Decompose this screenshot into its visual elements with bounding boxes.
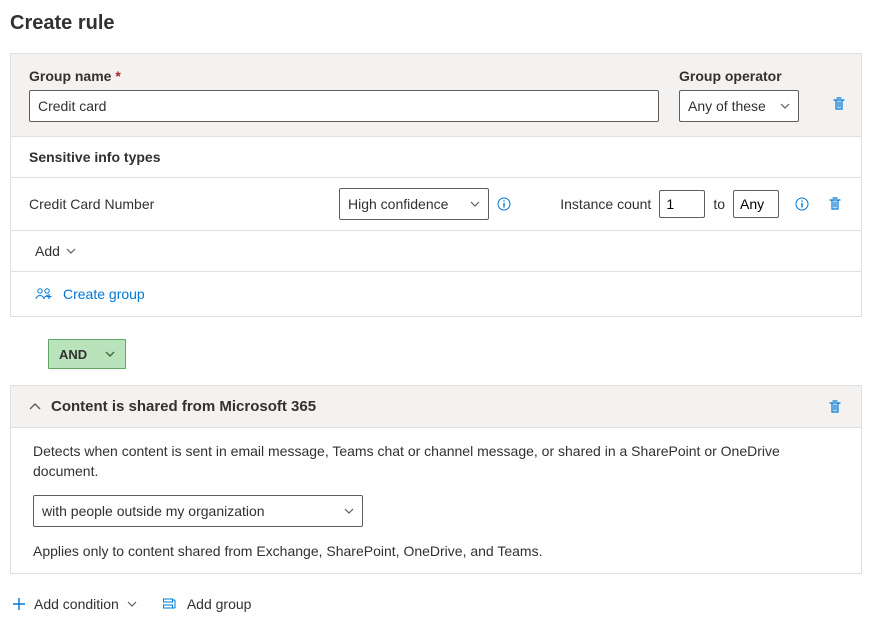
group-name-label-text: Group name — [29, 68, 111, 84]
group-operator-field: Group operator Any of these — [679, 68, 799, 122]
sit-name: Credit Card Number — [29, 196, 339, 212]
share-scope-value: with people outside my organization — [42, 503, 265, 519]
instance-count-area: Instance count to — [560, 190, 843, 218]
add-sit-label: Add — [35, 243, 60, 259]
delete-condition-icon[interactable] — [827, 399, 843, 415]
confidence-value: High confidence — [348, 196, 448, 212]
group-name-field: Group name * — [29, 68, 659, 122]
group-card-header: Group name * Group operator Any of these — [11, 54, 861, 137]
create-group-icon — [35, 287, 53, 301]
group-name-input[interactable] — [29, 90, 659, 122]
group-card: Group name * Group operator Any of these… — [10, 53, 862, 317]
share-scope-select[interactable]: with people outside my organization — [33, 495, 363, 527]
add-group-icon — [163, 598, 179, 610]
shared-card-header: Content is shared from Microsoft 365 — [11, 386, 861, 428]
sit-row: Credit Card Number High confidence Insta… — [11, 178, 861, 231]
shared-description: Detects when content is sent in email me… — [33, 442, 839, 481]
add-group-button[interactable]: Add group — [163, 596, 252, 612]
info-icon[interactable] — [795, 197, 809, 211]
footer-actions: Add condition Add group — [10, 588, 862, 620]
delete-group-icon[interactable] — [831, 96, 847, 112]
instance-count-label: Instance count — [560, 196, 651, 212]
add-condition-label: Add condition — [34, 596, 119, 612]
plus-icon — [12, 597, 26, 611]
sensitive-info-types-title: Sensitive info types — [11, 137, 861, 178]
instance-from-input[interactable] — [659, 190, 705, 218]
chevron-down-icon — [344, 506, 354, 516]
chevron-down-icon — [105, 349, 115, 359]
shared-card-title: Content is shared from Microsoft 365 — [51, 398, 316, 415]
collapse-icon[interactable] — [29, 403, 41, 411]
delete-sit-icon[interactable] — [827, 196, 843, 212]
chevron-down-icon — [780, 101, 790, 111]
confidence-select[interactable]: High confidence — [339, 188, 489, 220]
add-condition-button[interactable]: Add condition — [12, 596, 137, 612]
shared-content-card: Content is shared from Microsoft 365 Det… — [10, 385, 862, 574]
chevron-down-icon — [470, 199, 480, 209]
chevron-down-icon — [127, 599, 137, 609]
logic-operator-select[interactable]: AND — [48, 339, 126, 369]
group-operator-label: Group operator — [679, 68, 799, 84]
instance-to-label: to — [713, 196, 725, 212]
group-operator-select[interactable]: Any of these — [679, 90, 799, 122]
add-group-label: Add group — [187, 596, 252, 612]
required-asterisk: * — [115, 68, 120, 84]
add-sit-row: Add — [11, 231, 861, 272]
logic-operator-value: AND — [59, 347, 87, 362]
info-icon[interactable] — [497, 197, 511, 211]
group-operator-value: Any of these — [688, 98, 766, 114]
instance-to-input[interactable] — [733, 190, 779, 218]
shared-note: Applies only to content shared from Exch… — [33, 543, 839, 559]
group-name-label: Group name * — [29, 68, 659, 84]
create-group-link[interactable]: Create group — [63, 286, 145, 302]
shared-card-body: Detects when content is sent in email me… — [11, 428, 861, 573]
page-title: Create rule — [10, 12, 862, 35]
create-group-row: Create group — [11, 272, 861, 316]
add-sit-button[interactable]: Add — [35, 243, 76, 259]
chevron-down-icon — [66, 246, 76, 256]
